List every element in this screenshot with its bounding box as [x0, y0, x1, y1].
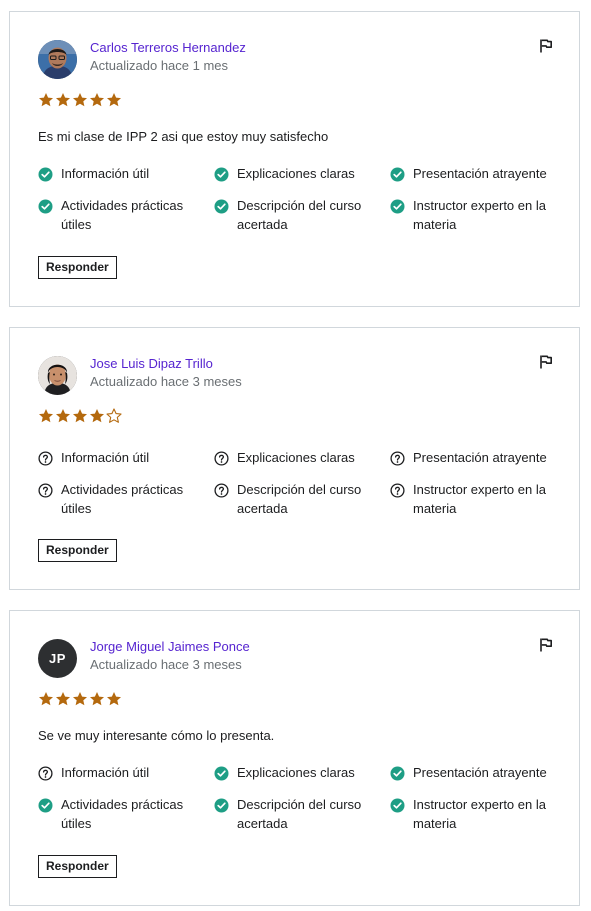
- feature-item: Presentación atrayente: [390, 449, 560, 468]
- star-filled-icon: [38, 691, 54, 707]
- review-comment: Se ve muy interesante cómo lo presenta.: [38, 728, 275, 743]
- feature-item: Información útil: [38, 165, 208, 184]
- feature-label: Explicaciones claras: [237, 450, 355, 465]
- reviewer-name[interactable]: Carlos Terreros Hernandez: [90, 40, 246, 55]
- question-circle-icon: [390, 483, 405, 498]
- star-filled-icon: [106, 92, 122, 108]
- feature-item: Instructor experto en la materia: [390, 481, 560, 518]
- star-rating: [38, 408, 122, 424]
- feature-label: Explicaciones claras: [237, 166, 355, 181]
- question-circle-icon: [214, 483, 229, 498]
- feature-label: Instructor experto en la materia: [413, 482, 546, 516]
- star-rating: [38, 92, 122, 108]
- star-filled-icon: [55, 691, 71, 707]
- review-card: Carlos Terreros Hernandez Actualizado ha…: [9, 11, 580, 307]
- feature-label: Presentación atrayente: [413, 765, 547, 780]
- feature-item: Información útil: [38, 449, 208, 468]
- star-filled-icon: [55, 92, 71, 108]
- feature-item: Descripción del curso acertada: [214, 796, 384, 833]
- reply-button[interactable]: Responder: [38, 855, 117, 878]
- feature-label: Actividades prácticas útiles: [61, 482, 184, 516]
- report-flag-icon[interactable]: [538, 38, 554, 54]
- feature-item: Información útil: [38, 764, 208, 783]
- check-circle-icon: [390, 766, 405, 781]
- star-filled-icon: [106, 691, 122, 707]
- feature-item: Actividades prácticas útiles: [38, 796, 208, 833]
- feature-item: Presentación atrayente: [390, 764, 560, 783]
- question-circle-icon: [38, 483, 53, 498]
- question-circle-icon: [38, 451, 53, 466]
- feature-label: Instructor experto en la materia: [413, 797, 546, 831]
- review-date: Actualizado hace 3 meses: [90, 657, 242, 672]
- star-filled-icon: [89, 408, 105, 424]
- avatar: [38, 356, 77, 395]
- check-circle-icon: [390, 199, 405, 214]
- reviewer-name[interactable]: Jose Luis Dipaz Trillo: [90, 356, 213, 371]
- feature-item: Actividades prácticas útiles: [38, 481, 208, 518]
- feature-label: Actividades prácticas útiles: [61, 198, 184, 232]
- feature-label: Presentación atrayente: [413, 450, 547, 465]
- feature-label: Información útil: [61, 450, 150, 465]
- star-rating: [38, 691, 122, 707]
- review-date: Actualizado hace 3 meses: [90, 374, 242, 389]
- star-filled-icon: [89, 691, 105, 707]
- feature-item: Explicaciones claras: [214, 165, 384, 184]
- feature-item: Instructor experto en la materia: [390, 796, 560, 833]
- feature-item: Explicaciones claras: [214, 449, 384, 468]
- feature-label: Presentación atrayente: [413, 166, 547, 181]
- question-circle-icon: [38, 766, 53, 781]
- star-filled-icon: [72, 92, 88, 108]
- feature-label: Información útil: [61, 765, 150, 780]
- avatar-initials: JP: [49, 651, 66, 666]
- feature-label: Instructor experto en la materia: [413, 198, 546, 232]
- feature-item: Descripción del curso acertada: [214, 197, 384, 234]
- check-circle-icon: [390, 167, 405, 182]
- feature-item: Explicaciones claras: [214, 764, 384, 783]
- star-empty-icon: [106, 408, 122, 424]
- reply-button[interactable]: Responder: [38, 539, 117, 562]
- check-circle-icon: [214, 167, 229, 182]
- review-date: Actualizado hace 1 mes: [90, 58, 229, 73]
- reviewer-name[interactable]: Jorge Miguel Jaimes Ponce: [90, 639, 250, 654]
- feature-label: Información útil: [61, 166, 150, 181]
- report-flag-icon[interactable]: [538, 354, 554, 370]
- review-card: JP Jorge Miguel Jaimes Ponce Actualizado…: [9, 610, 580, 906]
- question-circle-icon: [214, 451, 229, 466]
- feature-label: Actividades prácticas útiles: [61, 797, 184, 831]
- check-circle-icon: [38, 798, 53, 813]
- star-filled-icon: [38, 92, 54, 108]
- check-circle-icon: [214, 798, 229, 813]
- check-circle-icon: [390, 798, 405, 813]
- feature-label: Explicaciones claras: [237, 765, 355, 780]
- star-filled-icon: [72, 408, 88, 424]
- star-filled-icon: [55, 408, 71, 424]
- feature-label: Descripción del curso acertada: [237, 797, 362, 831]
- star-filled-icon: [89, 92, 105, 108]
- check-circle-icon: [214, 199, 229, 214]
- feature-label: Descripción del curso acertada: [237, 482, 362, 516]
- review-card: Jose Luis Dipaz Trillo Actualizado hace …: [9, 327, 580, 590]
- feature-item: Descripción del curso acertada: [214, 481, 384, 518]
- star-filled-icon: [38, 408, 54, 424]
- feature-item: Actividades prácticas útiles: [38, 197, 208, 234]
- avatar: [38, 40, 77, 79]
- feature-item: Presentación atrayente: [390, 165, 560, 184]
- question-circle-icon: [390, 451, 405, 466]
- star-filled-icon: [72, 691, 88, 707]
- feature-item: Instructor experto en la materia: [390, 197, 560, 234]
- avatar: JP: [38, 639, 77, 678]
- review-comment: Es mi clase de IPP 2 asi que estoy muy s…: [38, 129, 329, 144]
- check-circle-icon: [214, 766, 229, 781]
- check-circle-icon: [38, 199, 53, 214]
- report-flag-icon[interactable]: [538, 637, 554, 653]
- reply-button[interactable]: Responder: [38, 256, 117, 279]
- feature-label: Descripción del curso acertada: [237, 198, 362, 232]
- check-circle-icon: [38, 167, 53, 182]
